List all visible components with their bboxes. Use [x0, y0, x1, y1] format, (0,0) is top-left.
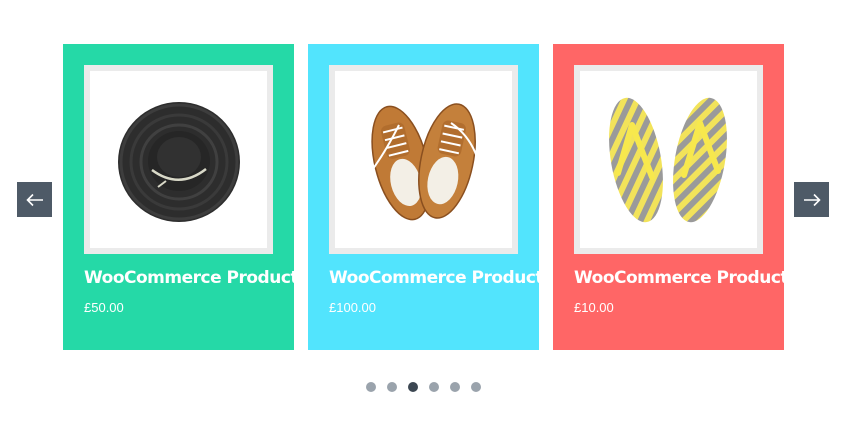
prev-slide-button[interactable] [17, 182, 52, 217]
arrow-right-icon [803, 193, 821, 206]
pagination-dot[interactable] [471, 382, 481, 392]
product-card-2[interactable]: WooCommerce Product £100.00 [308, 44, 544, 350]
product-image-frame[interactable] [84, 65, 273, 254]
carousel-pagination [366, 382, 486, 392]
flip-flops-image [609, 97, 727, 223]
product-card-3[interactable]: WooCommerce Product £10.00 [553, 44, 789, 350]
pagination-dot[interactable] [387, 382, 397, 392]
product-card-1[interactable]: WooCommerce Product £50.00 [63, 44, 299, 350]
sneakers-image [366, 103, 478, 221]
pagination-dot[interactable] [366, 382, 376, 392]
product-image-frame[interactable] [329, 65, 518, 254]
product-title[interactable]: WooCommerce Product [574, 268, 789, 288]
product-title[interactable]: WooCommerce Product [84, 268, 299, 288]
pagination-dot-active[interactable] [408, 382, 418, 392]
hat-image [118, 102, 240, 222]
pagination-dot[interactable] [450, 382, 460, 392]
product-image-frame[interactable] [574, 65, 763, 254]
pagination-dot[interactable] [429, 382, 439, 392]
arrow-left-icon [25, 193, 43, 206]
product-title[interactable]: WooCommerce Product [329, 268, 544, 288]
product-price: £100.00 [329, 300, 376, 315]
next-slide-button[interactable] [794, 182, 829, 217]
product-price: £10.00 [574, 300, 614, 315]
product-price: £50.00 [84, 300, 124, 315]
